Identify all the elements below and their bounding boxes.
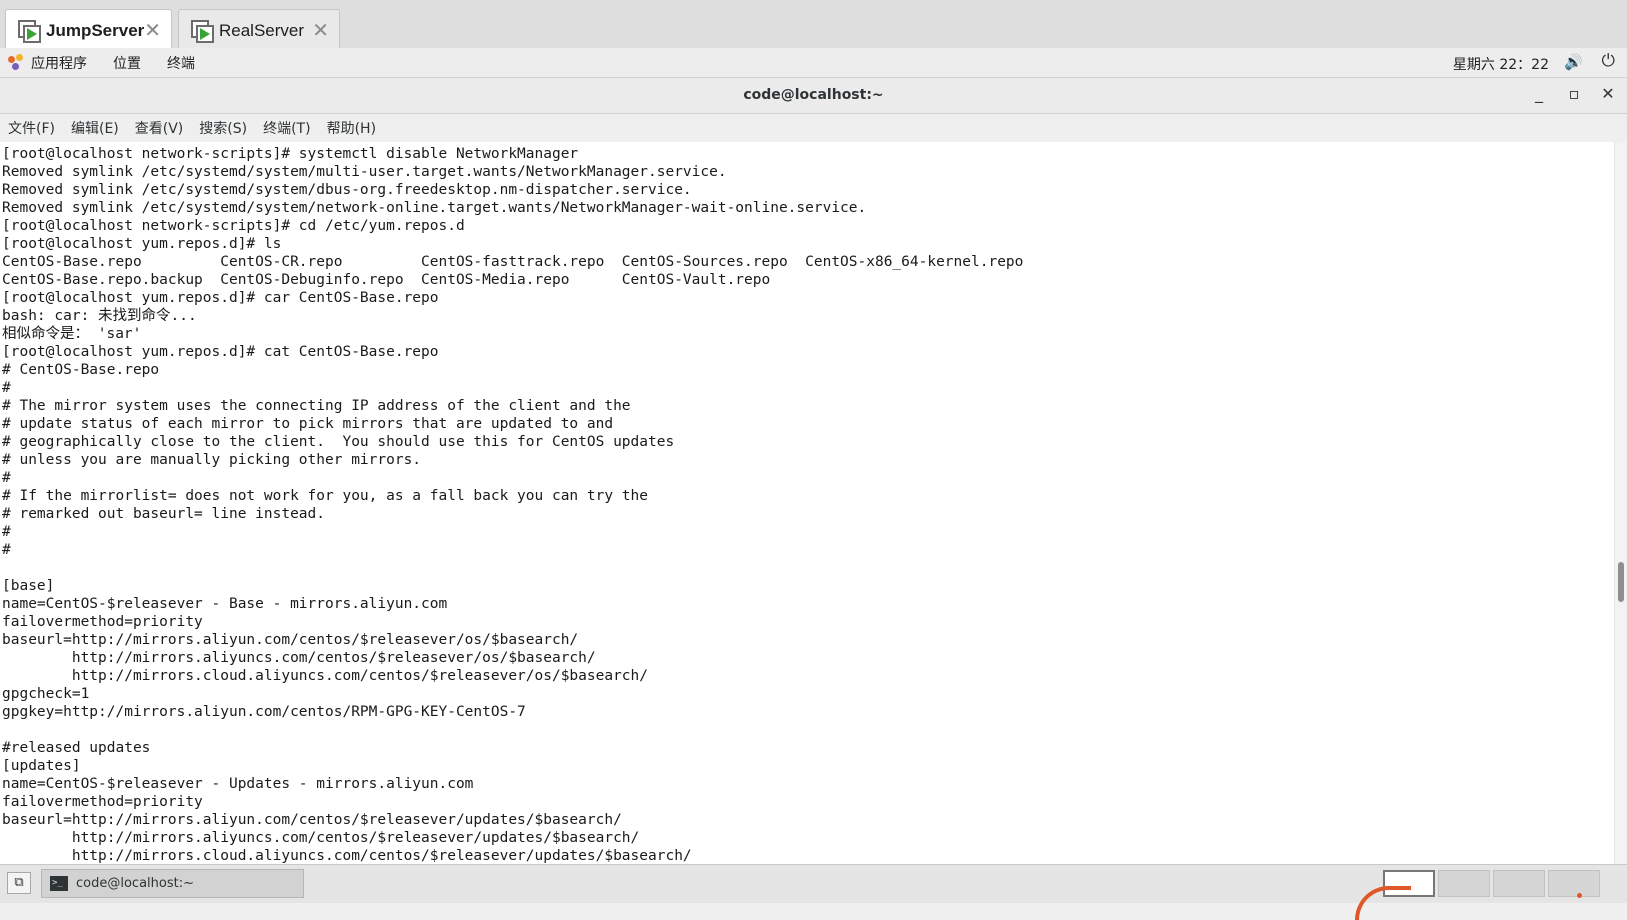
maximize-button[interactable]: ▫ <box>1562 84 1586 103</box>
menu-terminal[interactable]: 终端(T) <box>263 118 310 138</box>
session-tab-strip: JumpServer ✕ RealServer ✕ <box>0 0 1627 52</box>
applications-icon <box>8 53 26 72</box>
window-titlebar[interactable]: code@localhost:~ _ ▫ ✕ <box>0 78 1627 114</box>
applications-menu[interactable]: 应用程序 <box>31 53 87 73</box>
tab-jumpserver[interactable]: JumpServer ✕ <box>5 9 172 52</box>
remote-desktop-icon <box>18 20 41 43</box>
terminal-text: [root@localhost network-scripts]# system… <box>2 146 1024 864</box>
menu-edit[interactable]: 编辑(E) <box>71 118 119 138</box>
volume-icon[interactable]: 🔊 <box>1564 53 1583 71</box>
terminal-menubar: 文件(F) 编辑(E) 查看(V) 搜索(S) 终端(T) 帮助(H) <box>0 114 1627 142</box>
window-title: code@localhost:~ <box>743 87 884 103</box>
places-menu[interactable]: 位置 <box>113 53 141 73</box>
menu-file[interactable]: 文件(F) <box>8 118 55 138</box>
taskbar-window-label: code@localhost:~ <box>76 876 194 891</box>
tab-label: RealServer <box>219 21 305 40</box>
workspace-4[interactable] <box>1548 870 1600 897</box>
menu-help[interactable]: 帮助(H) <box>327 118 376 138</box>
remote-desktop-icon <box>191 20 214 43</box>
close-button[interactable]: ✕ <box>1596 84 1620 103</box>
menu-view[interactable]: 查看(V) <box>135 118 184 138</box>
gnome-top-panel: 应用程序 位置 终端 星期六 22：22 🔊 ⏻ <box>0 48 1627 78</box>
menu-search[interactable]: 搜索(S) <box>199 118 247 138</box>
minimize-button[interactable]: _ <box>1527 84 1551 103</box>
close-icon[interactable]: ✕ <box>144 20 161 40</box>
taskbar-window-button[interactable]: >_ code@localhost:~ <box>41 869 304 898</box>
scrollbar-thumb[interactable] <box>1618 562 1624 602</box>
terminal-app-menu[interactable]: 终端 <box>167 53 195 73</box>
panel-clock[interactable]: 星期六 22：22 <box>1453 54 1549 74</box>
workspace-2[interactable] <box>1438 870 1490 897</box>
show-desktop-icon[interactable]: ⧉ <box>7 872 31 894</box>
workspace-3[interactable] <box>1493 870 1545 897</box>
terminal-output[interactable]: [root@localhost network-scripts]# system… <box>0 142 1614 864</box>
terminal-scrollbar[interactable] <box>1614 142 1627 864</box>
tab-label: JumpServer <box>46 21 145 40</box>
power-icon[interactable]: ⏻ <box>1602 51 1615 71</box>
overlay-dot-decoration <box>1577 893 1582 898</box>
close-icon[interactable]: ✕ <box>312 20 329 40</box>
terminal-icon: >_ <box>50 876 68 891</box>
tab-realserver[interactable]: RealServer ✕ <box>178 9 340 52</box>
